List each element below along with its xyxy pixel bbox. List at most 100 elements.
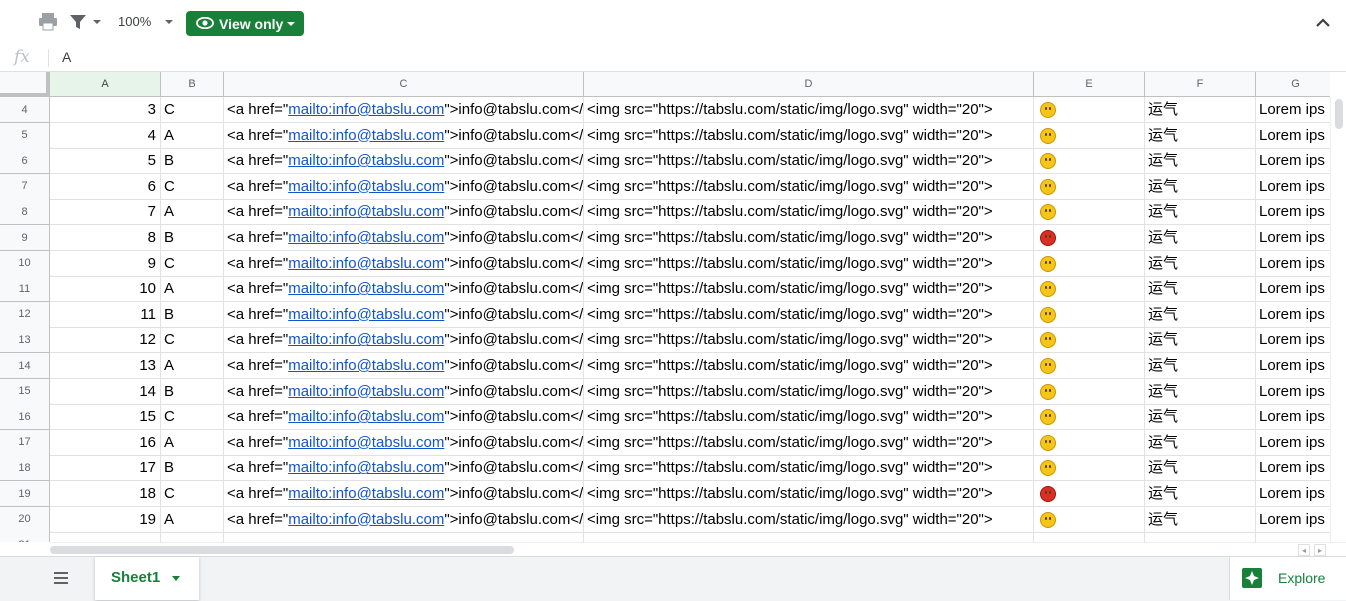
email-link[interactable]: mailto:info@tabslu.com — [288, 459, 444, 476]
email-link[interactable]: mailto:info@tabslu.com — [288, 127, 444, 144]
cell-e[interactable] — [1034, 301, 1145, 328]
cell-g[interactable]: Lorem ips — [1256, 302, 1330, 328]
cell-f[interactable]: 运气 — [1145, 353, 1256, 379]
cell-a[interactable]: 16 — [50, 429, 161, 456]
cell-b[interactable]: C — [161, 250, 224, 277]
cell-a[interactable]: 18 — [50, 481, 161, 507]
cell-b[interactable]: B — [161, 225, 224, 251]
email-link[interactable]: mailto:info@tabslu.com — [288, 306, 444, 323]
cell-b[interactable]: C — [161, 404, 224, 431]
cell-c[interactable]: <a href="mailto:info@tabslu.com">info@ta… — [224, 250, 584, 277]
column-header-f[interactable]: F — [1145, 72, 1256, 97]
cell-e[interactable] — [1034, 173, 1145, 200]
email-link[interactable]: mailto:info@tabslu.com — [288, 357, 444, 374]
cell-f[interactable]: 运气 — [1145, 378, 1256, 405]
cell-e[interactable] — [1034, 404, 1145, 431]
cell-c[interactable]: <a href="mailto:info@tabslu.com">info@ta… — [224, 199, 584, 226]
cell-c[interactable]: <a href="mailto:info@tabslu.com">info@ta… — [224, 378, 584, 405]
view-only-button[interactable]: View only — [186, 11, 304, 36]
vertical-scrollbar-thumb[interactable] — [1335, 99, 1343, 129]
cell-a[interactable]: 8 — [50, 225, 161, 251]
cell-d[interactable] — [584, 532, 1034, 542]
cell-b[interactable]: A — [161, 429, 224, 456]
row-header[interactable]: 11 — [0, 276, 50, 303]
cell-g[interactable] — [1256, 532, 1330, 542]
cell-f[interactable]: 运气 — [1145, 506, 1256, 533]
email-link[interactable]: mailto:info@tabslu.com — [288, 434, 444, 451]
cell-e[interactable] — [1034, 506, 1145, 533]
cell-g[interactable]: Lorem ips — [1256, 251, 1330, 277]
cell-c[interactable] — [224, 532, 584, 542]
cell-d[interactable]: <img src="https://tabslu.com/static/img/… — [584, 173, 1034, 200]
cell-e[interactable] — [1034, 250, 1145, 277]
cell-b[interactable]: B — [161, 301, 224, 328]
sheet-tab-sheet1[interactable]: Sheet1 — [95, 557, 199, 600]
cell-a[interactable]: 11 — [50, 301, 161, 328]
cell-g[interactable]: Lorem ips — [1256, 327, 1330, 354]
cell-g[interactable]: Lorem ips — [1256, 97, 1330, 123]
email-link[interactable]: mailto:info@tabslu.com — [288, 383, 444, 400]
filter-icon[interactable] — [68, 12, 88, 32]
row-header[interactable]: 4 — [0, 97, 50, 123]
menu-icon[interactable] — [54, 572, 68, 584]
horizontal-scrollbar[interactable]: ◂ ▸ — [50, 542, 1346, 557]
cell-g[interactable]: Lorem ips — [1256, 174, 1330, 200]
cell-d[interactable]: <img src="https://tabslu.com/static/img/… — [584, 353, 1034, 379]
explore-button[interactable]: Explore — [1229, 557, 1346, 600]
cell-f[interactable]: 运气 — [1145, 173, 1256, 200]
row-header[interactable]: 14 — [0, 353, 50, 379]
cell-b[interactable]: C — [161, 173, 224, 200]
filter-dropdown-caret[interactable] — [93, 20, 101, 24]
cell-b[interactable]: B — [161, 148, 224, 175]
email-link[interactable]: mailto:info@tabslu.com — [288, 511, 444, 528]
cell-c[interactable]: <a href="mailto:info@tabslu.com">info@ta… — [224, 353, 584, 379]
cell-d[interactable]: <img src="https://tabslu.com/static/img/… — [584, 327, 1034, 354]
cell-c[interactable]: <a href="mailto:info@tabslu.com">info@ta… — [224, 301, 584, 328]
cell-d[interactable]: <img src="https://tabslu.com/static/img/… — [584, 301, 1034, 328]
row-header[interactable]: 16 — [0, 404, 50, 431]
cell-f[interactable]: 运气 — [1145, 455, 1256, 482]
cell-b[interactable]: B — [161, 378, 224, 405]
row-header[interactable]: 15 — [0, 378, 50, 405]
formula-input[interactable]: A — [62, 49, 71, 65]
cell-f[interactable]: 运气 — [1145, 276, 1256, 303]
cell-g[interactable]: Lorem ips — [1256, 379, 1330, 405]
vertical-scrollbar[interactable] — [1330, 97, 1346, 542]
cell-e[interactable] — [1034, 455, 1145, 482]
cell-e[interactable] — [1034, 199, 1145, 226]
email-link[interactable]: mailto:info@tabslu.com — [288, 229, 444, 246]
cell-g[interactable]: Lorem ips — [1256, 507, 1330, 533]
cell-c[interactable]: <a href="mailto:info@tabslu.com">info@ta… — [224, 97, 584, 123]
cell-f[interactable] — [1145, 532, 1256, 542]
email-link[interactable]: mailto:info@tabslu.com — [288, 255, 444, 272]
email-link[interactable]: mailto:info@tabslu.com — [288, 178, 444, 195]
column-header-d[interactable]: D — [584, 72, 1034, 97]
cell-a[interactable]: 12 — [50, 327, 161, 354]
cell-c[interactable]: <a href="mailto:info@tabslu.com">info@ta… — [224, 148, 584, 175]
cell-a[interactable]: 15 — [50, 404, 161, 431]
cell-a[interactable]: 10 — [50, 276, 161, 303]
cell-f[interactable]: 运气 — [1145, 148, 1256, 175]
cell-c[interactable]: <a href="mailto:info@tabslu.com">info@ta… — [224, 481, 584, 507]
email-link[interactable]: mailto:info@tabslu.com — [288, 101, 444, 118]
row-header[interactable]: 21 — [0, 532, 50, 542]
cell-f[interactable]: 运气 — [1145, 250, 1256, 277]
cell-d[interactable]: <img src="https://tabslu.com/static/img/… — [584, 429, 1034, 456]
cell-c[interactable]: <a href="mailto:info@tabslu.com">info@ta… — [224, 429, 584, 456]
cell-e[interactable] — [1034, 148, 1145, 175]
cell-e[interactable] — [1034, 97, 1145, 123]
cell-b[interactable]: A — [161, 506, 224, 533]
cell-a[interactable]: 5 — [50, 148, 161, 175]
cell-d[interactable]: <img src="https://tabslu.com/static/img/… — [584, 506, 1034, 533]
cell-g[interactable]: Lorem ips — [1256, 199, 1330, 226]
email-link[interactable]: mailto:info@tabslu.com — [288, 408, 444, 425]
column-header-a[interactable]: A — [50, 72, 161, 97]
cell-e[interactable] — [1034, 122, 1145, 149]
cell-b[interactable]: A — [161, 276, 224, 303]
cell-a[interactable]: 7 — [50, 199, 161, 226]
cell-c[interactable]: <a href="mailto:info@tabslu.com">info@ta… — [224, 173, 584, 200]
row-header[interactable]: 5 — [0, 122, 50, 149]
cell-b[interactable]: A — [161, 353, 224, 379]
horizontal-scrollbar-thumb[interactable] — [50, 546, 514, 554]
column-header-e[interactable]: E — [1034, 72, 1145, 97]
